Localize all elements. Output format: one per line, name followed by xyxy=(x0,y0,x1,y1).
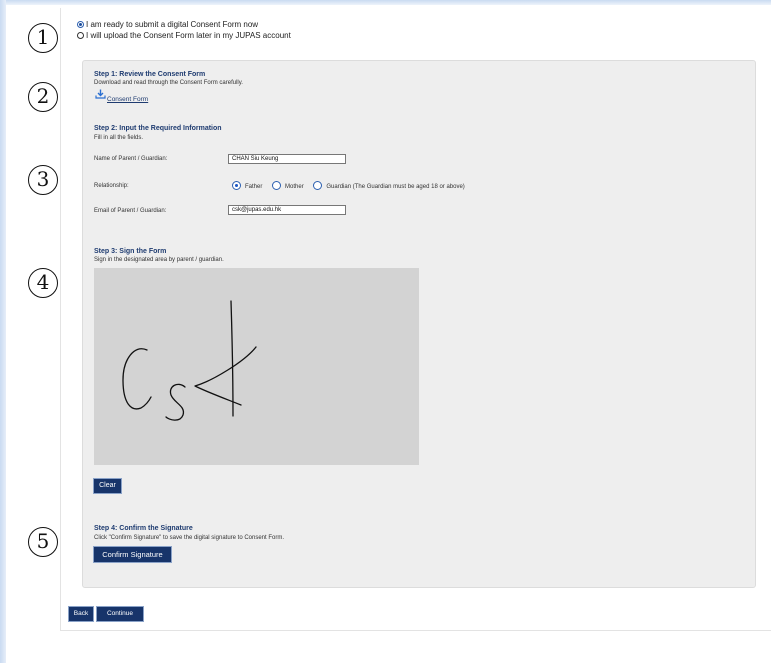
relationship-father-label: Father xyxy=(245,184,263,190)
window-top-edge xyxy=(0,0,771,5)
annotation-marker-1: 1 xyxy=(28,23,58,53)
annotation-marker-4: 4 xyxy=(28,268,58,298)
annotation-marker-2: 2 xyxy=(28,82,58,112)
signature-pad[interactable] xyxy=(94,268,419,465)
back-button[interactable]: Back xyxy=(68,606,94,622)
parent-name-input[interactable]: CHAN Siu Keung xyxy=(228,154,346,164)
option-upload-later-label: I will upload the Consent Form later in … xyxy=(86,31,291,40)
continue-button[interactable]: Continue xyxy=(96,606,144,622)
step3-desc: Sign in the designated area by parent / … xyxy=(94,257,224,263)
radio-submit-now[interactable] xyxy=(77,21,84,28)
annotation-marker-3: 3 xyxy=(28,165,58,195)
relationship-option-guardian[interactable]: Guardian (The Guardian must be aged 18 o… xyxy=(313,181,465,190)
download-icon[interactable] xyxy=(95,89,106,99)
radio-guardian[interactable] xyxy=(313,181,323,190)
step4-title: Step 4: Confirm the Signature xyxy=(94,525,193,532)
parent-email-label: Email of Parent / Guardian: xyxy=(94,208,167,214)
step2-title: Step 2: Input the Required Information xyxy=(94,125,222,132)
step4-desc: Click "Confirm Signature" to save the di… xyxy=(94,535,285,541)
signature-stroke xyxy=(122,300,257,421)
confirm-signature-button[interactable]: Confirm Signature xyxy=(93,546,172,563)
option-submit-now[interactable]: I am ready to submit a digital Consent F… xyxy=(77,20,258,29)
annotation-marker-5: 5 xyxy=(28,527,58,557)
relationship-guardian-label: Guardian (The Guardian must be aged 18 o… xyxy=(326,184,465,190)
step2-desc: Fill in all the fields. xyxy=(94,135,144,141)
step1-title: Step 1: Review the Consent Form xyxy=(94,71,206,78)
relationship-label: Relationship: xyxy=(94,183,129,189)
option-submit-now-label: I am ready to submit a digital Consent F… xyxy=(86,20,259,29)
relationship-option-father[interactable]: Father xyxy=(232,181,262,190)
relationship-radio-group: Father Mother Guardian (The Guardian mus… xyxy=(232,181,473,190)
window-left-edge xyxy=(0,0,6,663)
parent-name-label: Name of Parent / Guardian: xyxy=(94,156,168,162)
parent-email-input[interactable]: csk@jupas.edu.hk xyxy=(228,205,346,215)
option-upload-later[interactable]: I will upload the Consent Form later in … xyxy=(77,31,291,40)
radio-upload-later[interactable] xyxy=(77,32,84,39)
consent-form-link[interactable]: Consent Form xyxy=(107,96,148,103)
relationship-option-mother[interactable]: Mother xyxy=(272,181,304,190)
clear-signature-button[interactable]: Clear xyxy=(93,478,122,494)
step1-desc: Download and read through the Consent Fo… xyxy=(94,80,243,86)
radio-mother[interactable] xyxy=(272,181,282,190)
relationship-mother-label: Mother xyxy=(285,184,304,190)
radio-father[interactable] xyxy=(232,181,241,190)
step3-title: Step 3: Sign the Form xyxy=(94,248,167,255)
